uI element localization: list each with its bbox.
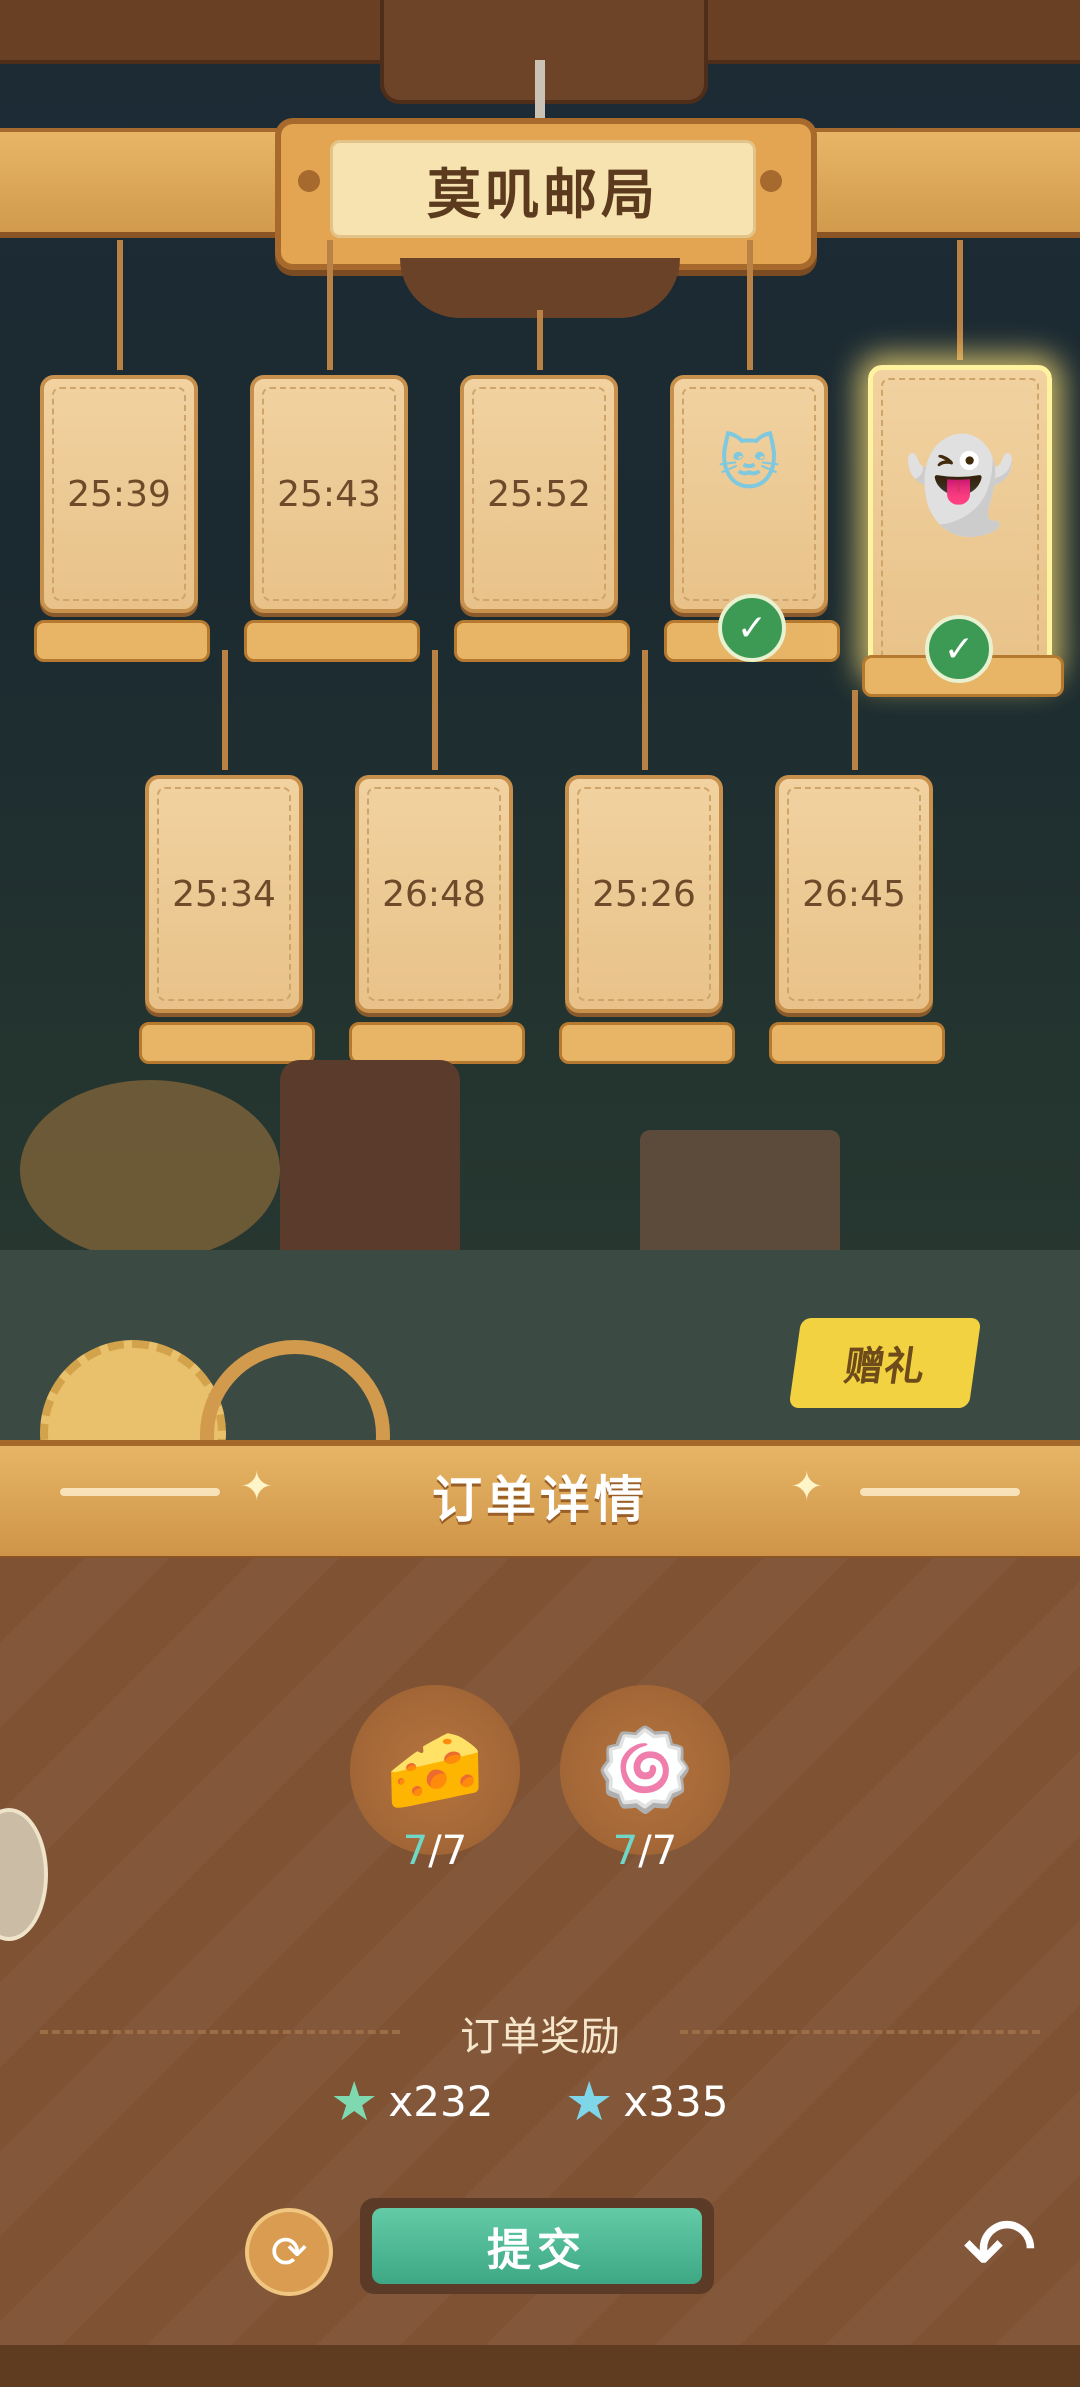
undo-arrow-icon: ↶ [962, 2197, 1038, 2303]
order-timer: 26:48 [382, 873, 486, 915]
reward-amount: x232 [388, 2077, 494, 2126]
reward-item: ★ x335 [565, 2070, 728, 2133]
divider [60, 1488, 220, 1496]
rope [117, 240, 123, 370]
rope [852, 690, 858, 770]
tag-foot [244, 620, 420, 662]
hanger-rod [535, 60, 545, 120]
rope [957, 240, 963, 360]
rope [747, 240, 753, 370]
page-title: 莫叽邮局 [330, 140, 756, 238]
blue-star-icon: ★ [565, 2070, 614, 2133]
bottom-frame [0, 2345, 1080, 2387]
blue-cat-icon: 🐱 [717, 429, 781, 499]
green-star-icon: ★ [330, 2070, 379, 2133]
refresh-icon: ⟳ [270, 2226, 308, 2278]
tag-foot [139, 1022, 315, 1064]
rope [537, 310, 543, 370]
item-count: 7/7 [612, 1828, 678, 1874]
screw-icon [298, 170, 320, 192]
rope [432, 650, 438, 770]
check-icon: ✓ [925, 615, 993, 683]
submit-button[interactable]: 提交 [372, 2208, 702, 2284]
back-button[interactable]: ↶ [955, 2197, 1045, 2303]
rope [642, 650, 648, 770]
order-tag-ready[interactable]: 🐱 [670, 375, 828, 613]
title-board-base [400, 258, 680, 318]
sparkle-icon: ✦ [790, 1464, 824, 1510]
order-tag[interactable]: 25:43 [250, 375, 408, 613]
reward-title: 订单奖励 [460, 2014, 620, 2060]
shop-building [640, 1130, 840, 1270]
order-timer: 25:52 [487, 473, 591, 515]
rope [222, 650, 228, 770]
order-tag[interactable]: 25:34 [145, 775, 303, 1013]
tag-foot [559, 1022, 735, 1064]
divider [40, 2030, 400, 2037]
order-tag[interactable]: 25:52 [460, 375, 618, 613]
order-timer: 25:43 [277, 473, 381, 515]
reward-amount: x335 [623, 2077, 729, 2126]
post-office-scene: 莫叽邮局 25:39 25:43 25:52 🐱 ✓ 👻 ✓ 25:34 26:… [0, 0, 1080, 1440]
check-icon: ✓ [718, 594, 786, 662]
order-timer: 25:39 [67, 473, 171, 515]
gift-label: 赠礼 [841, 1344, 928, 1390]
order-timer: 25:34 [172, 873, 276, 915]
house [280, 1060, 460, 1260]
divider [860, 1488, 1020, 1496]
sparkle-icon: ✦ [240, 1464, 274, 1510]
tag-foot [454, 620, 630, 662]
order-timer: 26:45 [802, 873, 906, 915]
order-tag[interactable]: 25:39 [40, 375, 198, 613]
reward-item: ★ x232 [330, 2070, 493, 2133]
rope [327, 240, 333, 370]
tag-foot [769, 1022, 945, 1064]
item-count: 7/7 [402, 1828, 468, 1874]
tag-foot [34, 620, 210, 662]
tag-foot [349, 1022, 525, 1064]
screw-icon [760, 170, 782, 192]
order-timer: 25:26 [592, 873, 696, 915]
white-ghost-icon: 👻 [903, 432, 1017, 538]
order-tag[interactable]: 26:45 [775, 775, 933, 1013]
detail-title: 订单详情 [432, 1471, 648, 1529]
order-tag[interactable]: 25:26 [565, 775, 723, 1013]
order-tag[interactable]: 26:48 [355, 775, 513, 1013]
tree [20, 1080, 280, 1260]
gift-button[interactable]: 赠礼 [788, 1318, 982, 1408]
refresh-button[interactable]: ⟳ [245, 2208, 333, 2296]
divider [680, 2030, 1040, 2037]
